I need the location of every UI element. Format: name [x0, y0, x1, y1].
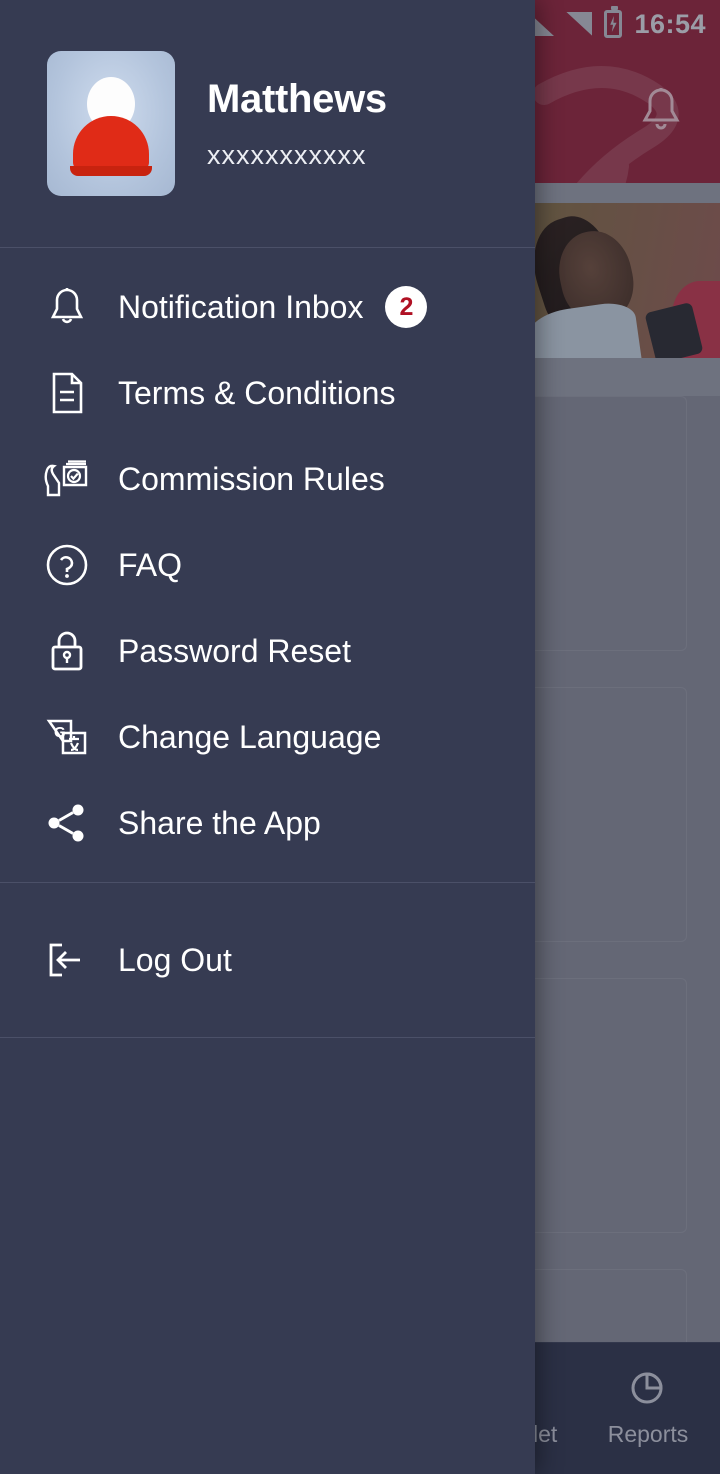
navigation-drawer: Matthews xxxxxxxxxxx Notification Inbox …: [0, 0, 535, 1474]
translate-icon: G: [44, 714, 90, 760]
menu-item-label: Terms & Conditions: [118, 374, 396, 411]
menu-item-label: Change Language: [118, 718, 382, 755]
menu-item-notification-inbox[interactable]: Notification Inbox 2: [0, 264, 535, 350]
menu-item-terms-conditions[interactable]: Terms & Conditions: [0, 350, 535, 436]
notification-bell-icon[interactable]: [640, 86, 682, 134]
hand-money-icon: [44, 456, 90, 502]
user-avatar-icon: [47, 51, 175, 196]
drawer-profile-header[interactable]: Matthews xxxxxxxxxxx: [0, 0, 535, 248]
battery-charging-icon: [604, 6, 623, 38]
menu-item-label: FAQ: [118, 546, 183, 583]
nav-item-reports[interactable]: Reports: [576, 1369, 720, 1448]
menu-item-share-the-app[interactable]: Share the App: [0, 780, 535, 866]
document-icon: [44, 370, 90, 416]
question-circle-icon: [44, 542, 90, 588]
drawer-divider: [0, 882, 535, 883]
menu-item-label: Notification Inbox: [118, 288, 364, 325]
menu-item-label: Commission Rules: [118, 460, 385, 497]
profile-name: Matthews: [207, 76, 387, 121]
nav-label: Reports: [607, 1421, 689, 1447]
menu-item-label: Log Out: [118, 941, 232, 978]
menu-item-change-language[interactable]: G Change Language: [0, 694, 535, 780]
drawer-menu-list: Notification Inbox 2 Terms & Conditions: [0, 248, 535, 866]
drawer-divider-bottom: [0, 1037, 535, 1038]
share-icon: [44, 800, 90, 846]
profile-text-block: Matthews xxxxxxxxxxx: [207, 77, 387, 171]
profile-msisdn: xxxxxxxxxxx: [207, 139, 367, 170]
menu-item-label: Share the App: [118, 804, 321, 841]
banner-image-shirt: [524, 299, 642, 358]
lock-icon: [44, 628, 90, 674]
menu-item-commission-rules[interactable]: Commission Rules: [0, 436, 535, 522]
bell-icon: [44, 284, 90, 330]
status-bar-time: 16:54: [634, 8, 706, 39]
logout-icon: [44, 937, 90, 983]
menu-item-faq[interactable]: FAQ: [0, 522, 535, 608]
menu-item-password-reset[interactable]: Password Reset: [0, 608, 535, 694]
menu-item-label: Password Reset: [118, 632, 351, 669]
app-screen: Sim Swap Cash Out: [0, 0, 720, 1474]
notification-badge: 2: [385, 286, 428, 328]
signal-icon: [566, 12, 593, 36]
menu-item-log-out[interactable]: Log Out: [0, 899, 535, 1021]
